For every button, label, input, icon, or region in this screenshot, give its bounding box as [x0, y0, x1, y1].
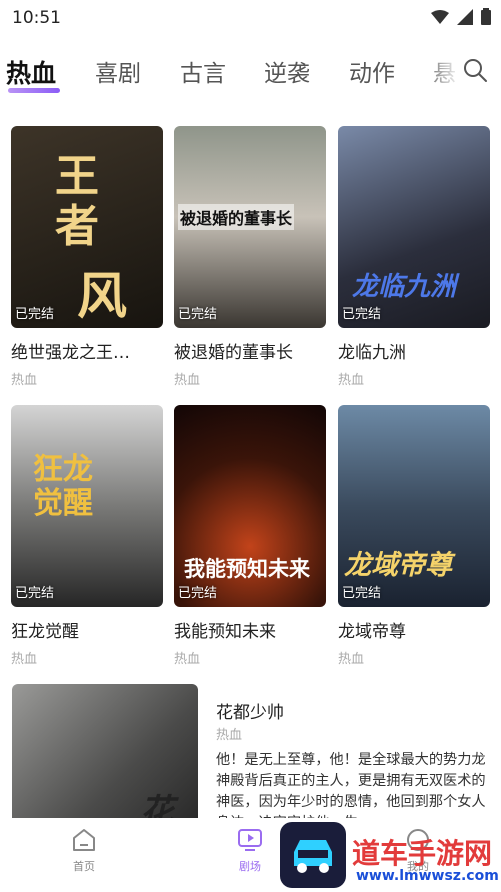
- tab-dongzuo[interactable]: 动作: [349, 54, 395, 88]
- search-icon[interactable]: [461, 56, 489, 84]
- drama-title[interactable]: 龙域帝尊: [338, 617, 490, 642]
- nav-theater[interactable]: 剧场: [220, 828, 280, 874]
- watermark-url: www.lmwwsz.com: [356, 868, 499, 884]
- wifi-icon: [431, 9, 449, 24]
- status-tag: 已完结: [178, 307, 218, 322]
- drama-poster[interactable]: 龙临九洲 已完结: [338, 126, 490, 328]
- status-tag: 已完结: [342, 586, 382, 601]
- drama-title[interactable]: 狂龙觉醒: [11, 617, 163, 642]
- status-tag: 已完结: [342, 307, 382, 322]
- drama-poster[interactable]: 被退婚的董事长 已完结: [174, 126, 326, 328]
- drama-poster[interactable]: 我能预知未来 已完结: [174, 405, 326, 607]
- poster-title-2: 风: [77, 267, 127, 325]
- drama-title[interactable]: 被退婚的董事长: [174, 338, 326, 363]
- nav-theater-label: 剧场: [239, 860, 261, 873]
- tab-nixi[interactable]: 逆袭: [264, 54, 310, 88]
- poster-title: 王者: [55, 151, 99, 252]
- drama-card[interactable]: 被退婚的董事长 已完结 被退婚的董事长 热血: [174, 126, 326, 388]
- featured-genre: 热血: [216, 728, 243, 743]
- drama-genre: 热血: [338, 373, 365, 388]
- status-tag: 已完结: [15, 586, 55, 601]
- nav-home[interactable]: 首页: [54, 828, 114, 874]
- featured-poster[interactable]: 花: [12, 684, 198, 834]
- status-time: 10:51: [12, 8, 61, 28]
- category-tabs: 热血 喜剧 古言 逆袭 动作 悬: [0, 44, 501, 96]
- drama-card[interactable]: 龙临九洲 已完结 龙临九洲 热血: [338, 126, 490, 388]
- watermark-text: 道车手游网: [352, 837, 493, 870]
- featured-title[interactable]: 花都少帅: [216, 698, 284, 723]
- drama-genre: 热血: [11, 652, 38, 667]
- active-tab-indicator: [8, 88, 60, 93]
- poster-title: 狂龙 觉醒: [33, 452, 93, 521]
- play-icon: [238, 829, 262, 851]
- drama-title[interactable]: 我能预知未来: [174, 617, 326, 642]
- car-logo-icon: [294, 840, 332, 873]
- home-icon: [73, 829, 95, 851]
- drama-genre: 热血: [338, 652, 365, 667]
- watermark-logo: [280, 822, 346, 888]
- nav-home-label: 首页: [73, 860, 95, 873]
- drama-genre: 热血: [174, 652, 201, 667]
- status-bar: 10:51: [0, 0, 501, 36]
- drama-card[interactable]: 龙域帝尊 已完结 龙域帝尊 热血: [338, 405, 490, 667]
- status-icons: [431, 8, 491, 25]
- tab-xiju[interactable]: 喜剧: [95, 54, 141, 88]
- signal-icon: [457, 8, 473, 25]
- poster-title: 被退婚的董事长: [178, 204, 295, 230]
- drama-title[interactable]: 绝世强龙之王…: [11, 338, 163, 363]
- drama-card[interactable]: 我能预知未来 已完结 我能预知未来 热血: [174, 405, 326, 667]
- poster-title: 龙域帝尊: [344, 550, 452, 581]
- tab-fade: [421, 44, 461, 96]
- status-tag: 已完结: [178, 586, 218, 601]
- drama-poster[interactable]: 龙域帝尊 已完结: [338, 405, 490, 607]
- poster-title: 我能预知未来: [184, 557, 310, 581]
- battery-icon: [481, 8, 491, 25]
- drama-card[interactable]: 狂龙 觉醒 已完结 狂龙觉醒 热血: [11, 405, 163, 667]
- poster-title: 龙临九洲: [352, 272, 457, 302]
- drama-poster[interactable]: 王者 风 已完结: [11, 126, 163, 328]
- drama-genre: 热血: [11, 373, 38, 388]
- drama-card[interactable]: 王者 风 已完结 绝世强龙之王… 热血: [11, 126, 163, 388]
- drama-poster[interactable]: 狂龙 觉醒 已完结: [11, 405, 163, 607]
- tab-rexue[interactable]: 热血: [6, 54, 56, 90]
- drama-genre: 热血: [174, 373, 201, 388]
- status-tag: 已完结: [15, 307, 55, 322]
- drama-title[interactable]: 龙临九洲: [338, 338, 490, 363]
- tab-guyan[interactable]: 古言: [180, 54, 226, 88]
